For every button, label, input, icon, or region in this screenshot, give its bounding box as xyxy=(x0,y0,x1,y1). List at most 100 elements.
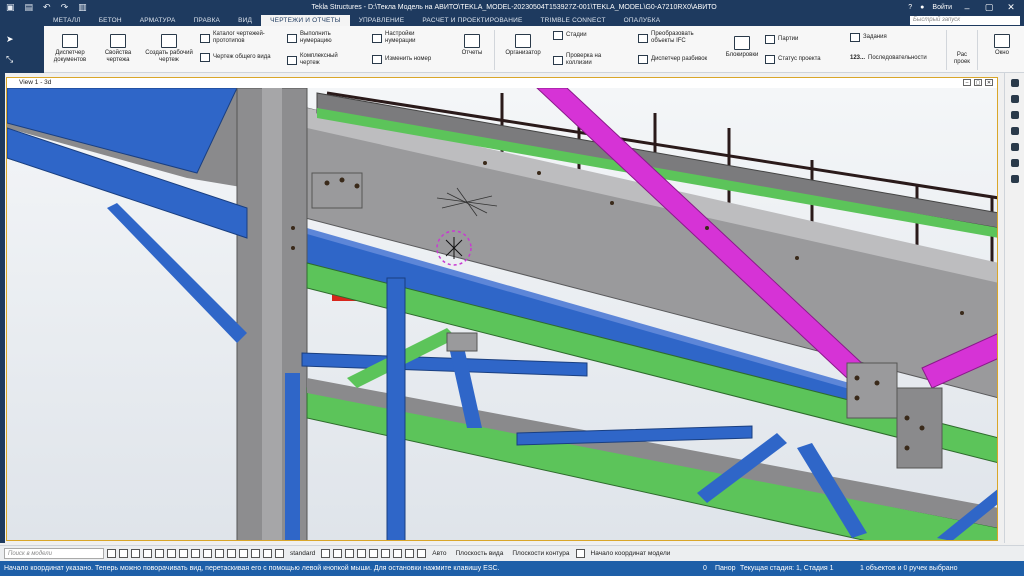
user-icon[interactable]: ● xyxy=(920,4,924,11)
window-button[interactable]: Окно xyxy=(984,34,1020,57)
reports-button[interactable]: Отчеты xyxy=(455,34,489,57)
save-icon[interactable]: ▤ xyxy=(25,2,34,13)
close-icon[interactable]: ✕ xyxy=(1004,2,1018,13)
search-options-icon[interactable] xyxy=(107,549,116,558)
tab-concrete[interactable]: БЕТОН xyxy=(90,15,131,26)
clipboard-icon[interactable]: ▥ xyxy=(78,2,87,13)
select-bolts-icon[interactable] xyxy=(155,549,164,558)
column-web[interactable] xyxy=(262,88,282,541)
sign-in-button[interactable]: Войти xyxy=(932,4,952,11)
select-reference-icon[interactable] xyxy=(275,549,284,558)
connection-plate[interactable] xyxy=(311,172,363,209)
connection-plate[interactable] xyxy=(846,362,898,419)
convert-ifc-button[interactable]: Преобразовать объекты IFC xyxy=(638,31,710,45)
snap-mid-icon[interactable] xyxy=(357,549,367,558)
snap-center-icon[interactable] xyxy=(345,549,355,558)
snap-icon[interactable] xyxy=(321,549,331,558)
snap-any-icon[interactable] xyxy=(417,549,427,558)
minimize-icon[interactable]: – xyxy=(960,3,974,13)
maximize-icon[interactable]: ▢ xyxy=(982,2,996,13)
select-surfaces-icon[interactable] xyxy=(251,549,260,558)
tab-drawings-reports[interactable]: ЧЕРТЕЖИ И ОТЧЕТЫ xyxy=(261,15,350,26)
general-view-button[interactable]: Чертеж общего вида xyxy=(200,53,282,62)
sequences-button[interactable]: 123... Последовательности xyxy=(850,55,932,62)
undo-icon[interactable]: ↶ xyxy=(43,2,51,13)
auto-dropdown[interactable]: Авто xyxy=(429,548,449,559)
snap-end-icon[interactable] xyxy=(333,549,343,558)
complex-drawing-icon xyxy=(287,55,297,65)
organizer-button[interactable]: Организатор xyxy=(502,34,544,57)
model-3d-view[interactable] xyxy=(6,88,998,541)
select-components-icon[interactable] xyxy=(263,549,272,558)
numbering-icon xyxy=(287,33,297,43)
complex-drawing-button[interactable]: Комплексный чертеж xyxy=(287,53,357,67)
change-number-button[interactable]: Изменить номер xyxy=(372,55,444,64)
tab-view[interactable]: ВИД xyxy=(229,15,261,26)
view-minimize-icon[interactable]: – xyxy=(963,79,971,86)
locks-button[interactable]: Блокировки xyxy=(723,36,761,59)
select-rebar-icon[interactable] xyxy=(227,549,236,558)
view-close-icon[interactable]: ✕ xyxy=(985,79,993,86)
snap-nearest-icon[interactable] xyxy=(405,549,415,558)
select-icon[interactable] xyxy=(119,549,128,558)
settings-icon[interactable] xyxy=(1010,143,1019,151)
document-icon[interactable] xyxy=(1010,111,1019,119)
select-views-icon[interactable] xyxy=(215,549,224,558)
select-arrow-icon[interactable]: ➤ xyxy=(6,34,14,45)
lots-button[interactable]: Партии xyxy=(765,35,825,44)
status-zero: 0 xyxy=(703,565,707,572)
connection-plate[interactable] xyxy=(446,332,478,352)
cube-icon[interactable] xyxy=(1010,159,1019,167)
drawing-catalog-button[interactable]: Каталог чертежей-прототипов xyxy=(200,31,280,45)
snap-arrow-icon[interactable]: ⤡ xyxy=(6,54,13,65)
select-assembly-icon[interactable] xyxy=(143,549,152,558)
list-icon[interactable] xyxy=(1010,95,1019,103)
gear-icon[interactable] xyxy=(1010,175,1019,183)
model-scene[interactable] xyxy=(7,88,998,541)
help-icon[interactable]: ? xyxy=(908,4,912,11)
view-maximize-icon[interactable]: ▢ xyxy=(974,79,982,86)
select-pours-icon[interactable] xyxy=(239,549,248,558)
select-points-icon[interactable] xyxy=(191,549,200,558)
numbering-settings-button[interactable]: Настройки нумерации xyxy=(372,31,444,45)
contour-plane-dropdown[interactable]: Плоскости контура xyxy=(509,548,572,559)
tasks-button[interactable]: Задания xyxy=(850,33,910,42)
tab-trimble-connect[interactable]: TRIMBLE CONNECT xyxy=(532,15,615,26)
app-logo-icon[interactable]: ▣ xyxy=(6,2,15,13)
stages-button[interactable]: Стадии xyxy=(553,31,613,40)
blue-post[interactable] xyxy=(285,373,300,541)
snap-intersect-icon[interactable] xyxy=(369,549,379,558)
model-search-input[interactable]: Поиск в модели xyxy=(4,548,104,559)
select-parts-icon[interactable] xyxy=(131,549,140,558)
blue-post[interactable] xyxy=(386,277,406,541)
properties-icon[interactable] xyxy=(1010,79,1019,87)
quick-launch-input[interactable]: Быстрый запуск xyxy=(910,16,1020,25)
snap-line-icon[interactable] xyxy=(393,549,403,558)
cloud-icon[interactable] xyxy=(1010,127,1019,135)
project-status-button[interactable]: Статус проекта xyxy=(765,55,835,64)
filter-dropdown[interactable]: standard xyxy=(287,548,318,559)
layout-manager-button[interactable]: Диспетчер разбивок xyxy=(638,55,720,64)
view-plane-dropdown[interactable]: Плоскость вида xyxy=(452,548,506,559)
select-welds-icon[interactable] xyxy=(167,549,176,558)
eye-icon[interactable] xyxy=(575,549,585,558)
tab-analysis-design[interactable]: РАСЧЕТ И ПРОЕКТИРОВАНИЕ xyxy=(413,15,531,26)
doc-manager-button[interactable]: Диспетчер документов xyxy=(50,34,90,64)
tab-metal[interactable]: МЕТАЛЛ xyxy=(44,15,90,26)
origin-dropdown[interactable]: Начало координат модели xyxy=(588,548,674,559)
tab-edit[interactable]: ПРАВКА xyxy=(185,15,230,26)
numbering-settings-icon xyxy=(372,33,382,43)
clash-check-button[interactable]: Проверка на коллизии xyxy=(553,53,618,67)
analysis-project-button[interactable]: Рас проек xyxy=(950,52,974,66)
tab-formwork[interactable]: ОПАЛУБКА xyxy=(615,15,670,26)
tab-management[interactable]: УПРАВЛЕНИЕ xyxy=(350,15,414,26)
sequences-prefix: 123... xyxy=(850,55,866,61)
tab-rebar[interactable]: АРМАТУРА xyxy=(131,15,185,26)
snap-perp-icon[interactable] xyxy=(381,549,391,558)
select-grids-icon[interactable] xyxy=(179,549,188,558)
redo-icon[interactable]: ↷ xyxy=(61,2,69,13)
do-numbering-button[interactable]: Выполнить нумерацию xyxy=(287,31,357,45)
select-planes-icon[interactable] xyxy=(203,549,212,558)
create-working-drawing-button[interactable]: Создать рабочий чертеж xyxy=(143,34,195,64)
drawing-properties-button[interactable]: Свойства чертежа xyxy=(98,34,138,64)
